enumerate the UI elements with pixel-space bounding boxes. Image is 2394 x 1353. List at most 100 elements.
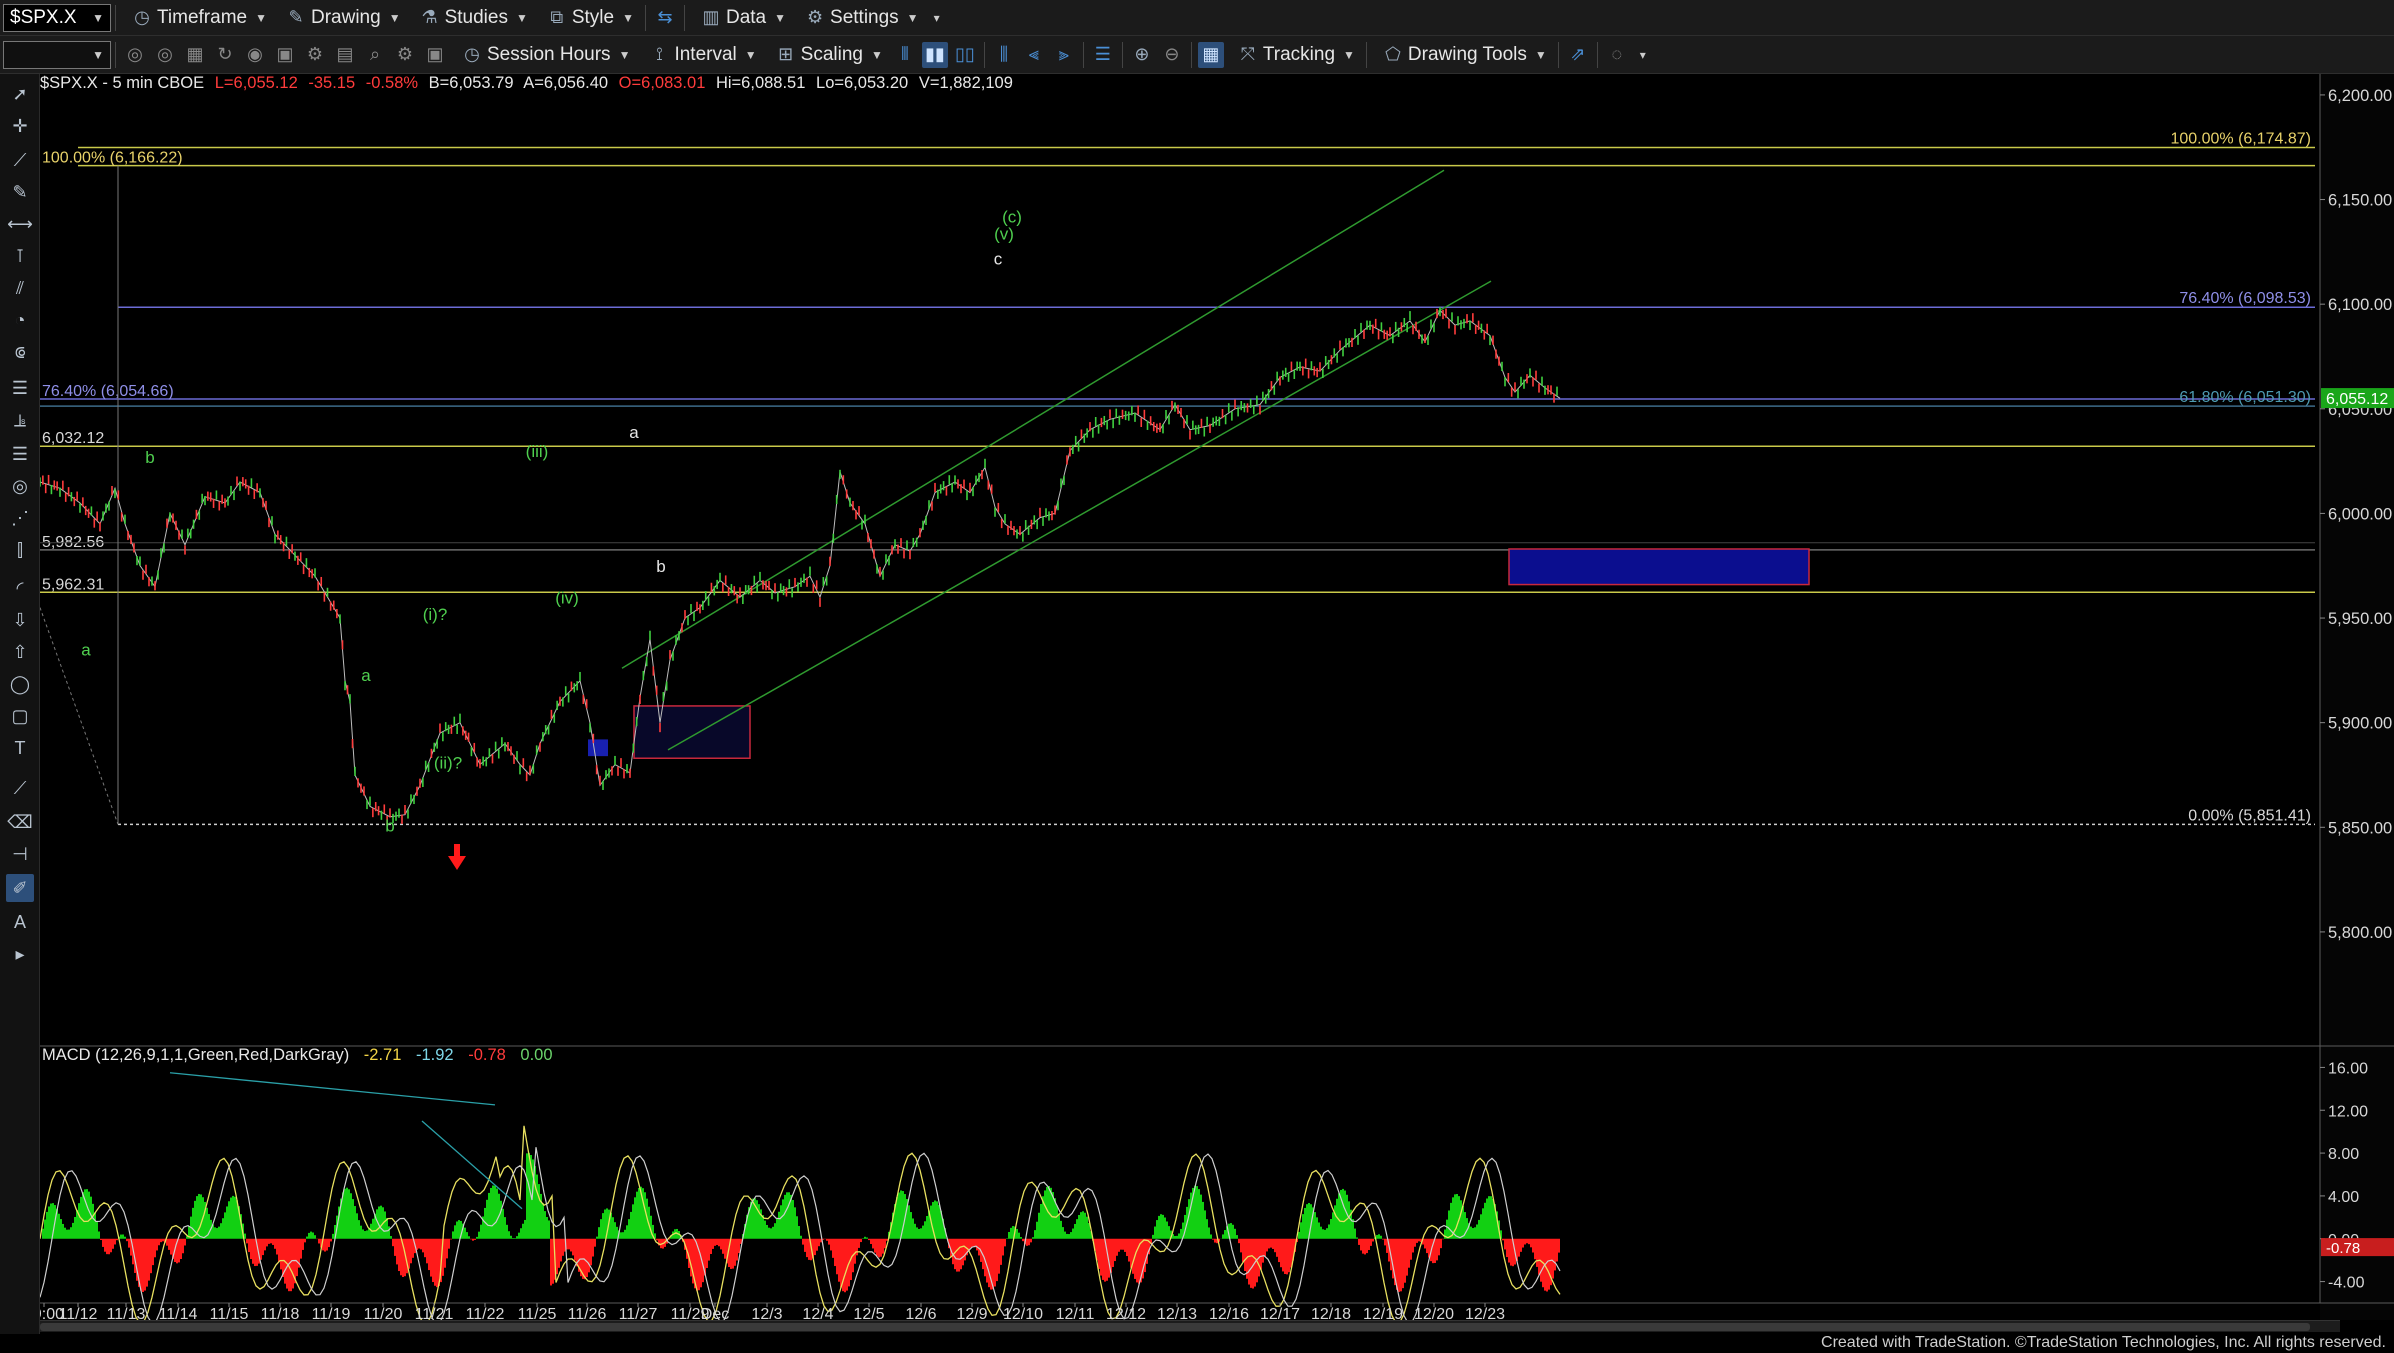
brush-icon[interactable]: ⟋ — [6, 774, 34, 802]
text-icon[interactable]: T — [6, 734, 34, 762]
speedline-icon[interactable]: ◔ — [6, 306, 34, 334]
search-icon[interactable]: ⌕ — [362, 42, 388, 68]
vertical-line-icon[interactable]: ⊺ — [6, 242, 34, 270]
toolbar-overflow-icon[interactable]: ▾ — [1640, 48, 1646, 62]
symbol-input[interactable]: $SPX.X ▼ — [3, 3, 111, 32]
window-link-icon[interactable]: ⇆ — [652, 5, 678, 31]
crosshair-icon[interactable]: ✛ — [6, 112, 34, 140]
macd-histogram-bar — [1368, 1238, 1370, 1251]
macd-histogram-bar — [128, 1238, 130, 1248]
arrow-up-icon[interactable]: ⇧ — [6, 638, 34, 666]
target-icon[interactable]: ◉ — [242, 42, 268, 68]
scaling-menu[interactable]: ⊞ Scaling ▼ — [764, 36, 890, 73]
macd-histogram-bar — [1210, 1234, 1212, 1239]
macd-histogram-bar — [318, 1238, 320, 1244]
more-tools-icon[interactable]: ▸ — [6, 940, 34, 968]
macd-histogram-bar — [1304, 1207, 1306, 1239]
drawing-menu[interactable]: ✎ Drawing ▼ — [274, 0, 408, 35]
channel-icon[interactable]: ⫽ — [6, 274, 34, 302]
data-label: Data — [725, 6, 767, 28]
format-icon[interactable]: ✐ — [6, 874, 34, 902]
pencil-icon[interactable]: ✎ — [6, 178, 34, 206]
shift-left-icon[interactable]: ⫷ — [1021, 42, 1047, 68]
interval-menu[interactable]: ⟟ Interval ▼ — [637, 36, 763, 73]
macd-histogram-bar — [278, 1238, 280, 1262]
fib-speed-icon[interactable]: ⋰ — [6, 504, 34, 532]
rectangle-icon[interactable]: ▢ — [6, 702, 34, 730]
text-color-icon[interactable]: A — [6, 908, 34, 936]
eraser-icon[interactable]: ⌫ — [6, 808, 34, 836]
studies-menu[interactable]: ⚗ Studies ▼ — [408, 0, 535, 35]
regression-icon[interactable]: ⫿ — [6, 536, 34, 564]
export-icon[interactable]: ⇗ — [1565, 42, 1591, 68]
hollow-candle-icon[interactable]: ▯▯ — [952, 42, 978, 68]
workspace-icon[interactable]: ⚙ — [392, 42, 418, 68]
toolbar-divider — [1596, 41, 1598, 68]
macd-histogram-bar — [1086, 1216, 1088, 1239]
clipboard-icon[interactable]: ▣ — [272, 42, 298, 68]
scrollbar-thumb[interactable] — [40, 1323, 2310, 1331]
chart-scrollbar[interactable] — [40, 1320, 2340, 1332]
zoom-out-icon[interactable]: ⊖ — [1159, 42, 1185, 68]
macd-histogram-bar — [574, 1238, 576, 1261]
shift-right-icon[interactable]: ⫸ — [1051, 42, 1077, 68]
circle-icon[interactable]: ◎ — [152, 42, 178, 68]
drawing-tools-menu[interactable]: ⬠ Drawing Tools ▼ — [1371, 36, 1554, 73]
open-price: O=6,083.01 — [618, 74, 706, 92]
macd-histogram-bar — [1284, 1238, 1286, 1274]
pointer-icon[interactable]: ➚ — [6, 80, 34, 108]
arrow-down-icon[interactable]: ⇩ — [6, 606, 34, 634]
session-hours-menu[interactable]: ◷ Session Hours ▼ — [450, 36, 637, 73]
macd-histogram-bar — [250, 1238, 252, 1260]
macd-histogram-bar — [1440, 1238, 1442, 1249]
macd-histogram-bar — [778, 1211, 780, 1239]
fib-time-icon[interactable]: ☰ — [6, 440, 34, 468]
delete-icon[interactable]: ⊣ — [6, 840, 34, 868]
gear-icon[interactable]: ⚙ — [302, 42, 328, 68]
macd-histogram-bar — [1416, 1238, 1418, 1243]
arc-icon[interactable]: ◜ — [6, 574, 34, 602]
macd-histogram-bar — [710, 1238, 712, 1254]
fib-extension-icon[interactable]: ⫡ — [6, 406, 34, 434]
fib-circle-icon[interactable]: ◎ — [6, 472, 34, 500]
stack-icon[interactable]: ☰ — [1090, 42, 1116, 68]
timeframe-menu[interactable]: ◷ Timeframe ▼ — [120, 0, 274, 35]
macd-histogram-bar — [252, 1238, 254, 1264]
data-menu[interactable]: ▥ Data ▼ — [689, 0, 793, 35]
style-menu[interactable]: ⧉ Style ▼ — [535, 0, 641, 35]
layout-icon[interactable]: ▣ — [422, 42, 448, 68]
macd-histogram-bar — [592, 1238, 594, 1257]
macd-histogram-bar — [1504, 1238, 1506, 1250]
macd-histogram-bar — [914, 1223, 916, 1239]
macd-histogram-bar — [638, 1187, 640, 1239]
macd-histogram-bar — [198, 1193, 200, 1239]
zoom-in-icon[interactable]: ⊕ — [1129, 42, 1155, 68]
macd-histogram-bar — [836, 1238, 838, 1275]
price-chart[interactable]: 6,200.006,150.006,100.006,050.006,000.00… — [40, 74, 2394, 1320]
fib-retracement-icon[interactable]: ☰ — [6, 374, 34, 402]
macd-histogram-bar — [494, 1185, 496, 1239]
refresh-icon[interactable]: ↻ — [212, 42, 238, 68]
grid-icon[interactable]: ▦ — [182, 42, 208, 68]
macd-histogram-bar — [1204, 1210, 1206, 1239]
macd-histogram-bar — [544, 1211, 546, 1239]
circle-icon[interactable]: ◎ — [122, 42, 148, 68]
macd-histogram-bar — [1426, 1238, 1428, 1254]
candlestick-icon[interactable]: ▮▮ — [921, 41, 948, 68]
gann-icon[interactable]: ⟃ — [6, 338, 34, 366]
zoom-bars-icon[interactable]: ⫼ — [991, 42, 1017, 68]
macd-histogram-bar — [82, 1192, 84, 1239]
horizontal-line-icon[interactable]: ⟷ — [6, 210, 34, 238]
macd-histogram-bar — [600, 1219, 602, 1239]
tracking-menu[interactable]: ⤧ Tracking ▼ — [1226, 36, 1362, 73]
ellipse-icon[interactable]: ◯ — [6, 670, 34, 698]
toolbar-overflow-icon[interactable]: ▾ — [934, 11, 940, 25]
chat-icon[interactable]: ◌ — [1604, 42, 1630, 68]
grid-icon[interactable]: ▦ — [1197, 41, 1224, 68]
settings-menu[interactable]: ⚙ Settings ▼ — [793, 0, 926, 35]
macd-histogram-bar — [502, 1208, 504, 1239]
workspace-select[interactable]: ▼ — [3, 40, 111, 69]
bar-type-icon[interactable]: ⫴ — [892, 42, 918, 68]
save-icon[interactable]: ▤ — [332, 42, 358, 68]
trendline-icon[interactable]: ⟋ — [6, 146, 34, 174]
